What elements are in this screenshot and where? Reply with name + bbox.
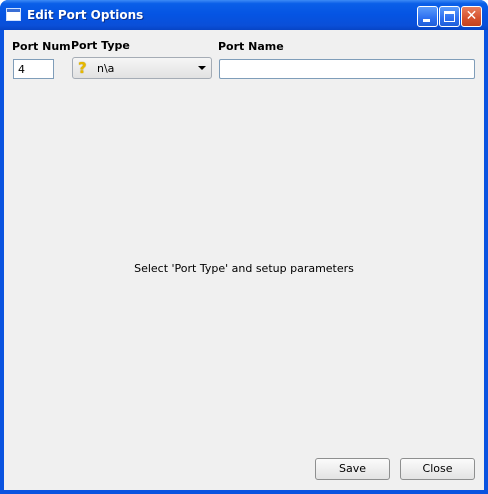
- port-type-dropdown[interactable]: ? n\a: [72, 57, 212, 79]
- window-icon: [6, 8, 21, 21]
- window-title: Edit Port Options: [27, 8, 144, 22]
- port-num-input[interactable]: [13, 59, 54, 79]
- question-mark-icon: ?: [78, 59, 87, 77]
- port-num-label: Port Num: [12, 40, 71, 53]
- close-button[interactable]: Close: [400, 458, 475, 480]
- port-name-label: Port Name: [218, 40, 284, 53]
- maximize-icon: [444, 11, 455, 22]
- minimize-button[interactable]: [417, 6, 438, 27]
- dialog-client-area: Port Num Port Type Port Name ? n\a Selec…: [4, 30, 484, 490]
- close-window-button[interactable]: ✕: [461, 6, 482, 27]
- port-name-input[interactable]: [219, 59, 475, 79]
- save-button[interactable]: Save: [315, 458, 390, 480]
- title-bar[interactable]: Edit Port Options ✕: [0, 0, 488, 30]
- port-type-label: Port Type: [71, 39, 130, 52]
- maximize-button[interactable]: [439, 6, 460, 27]
- chevron-down-icon[interactable]: [193, 58, 211, 78]
- minimize-icon: [423, 19, 430, 22]
- close-icon: ✕: [465, 8, 478, 24]
- port-type-selected: n\a: [97, 62, 115, 75]
- setup-hint-text: Select 'Port Type' and setup parameters: [134, 262, 354, 275]
- dialog-window: Edit Port Options ✕ Port Num Port Type P…: [0, 0, 488, 494]
